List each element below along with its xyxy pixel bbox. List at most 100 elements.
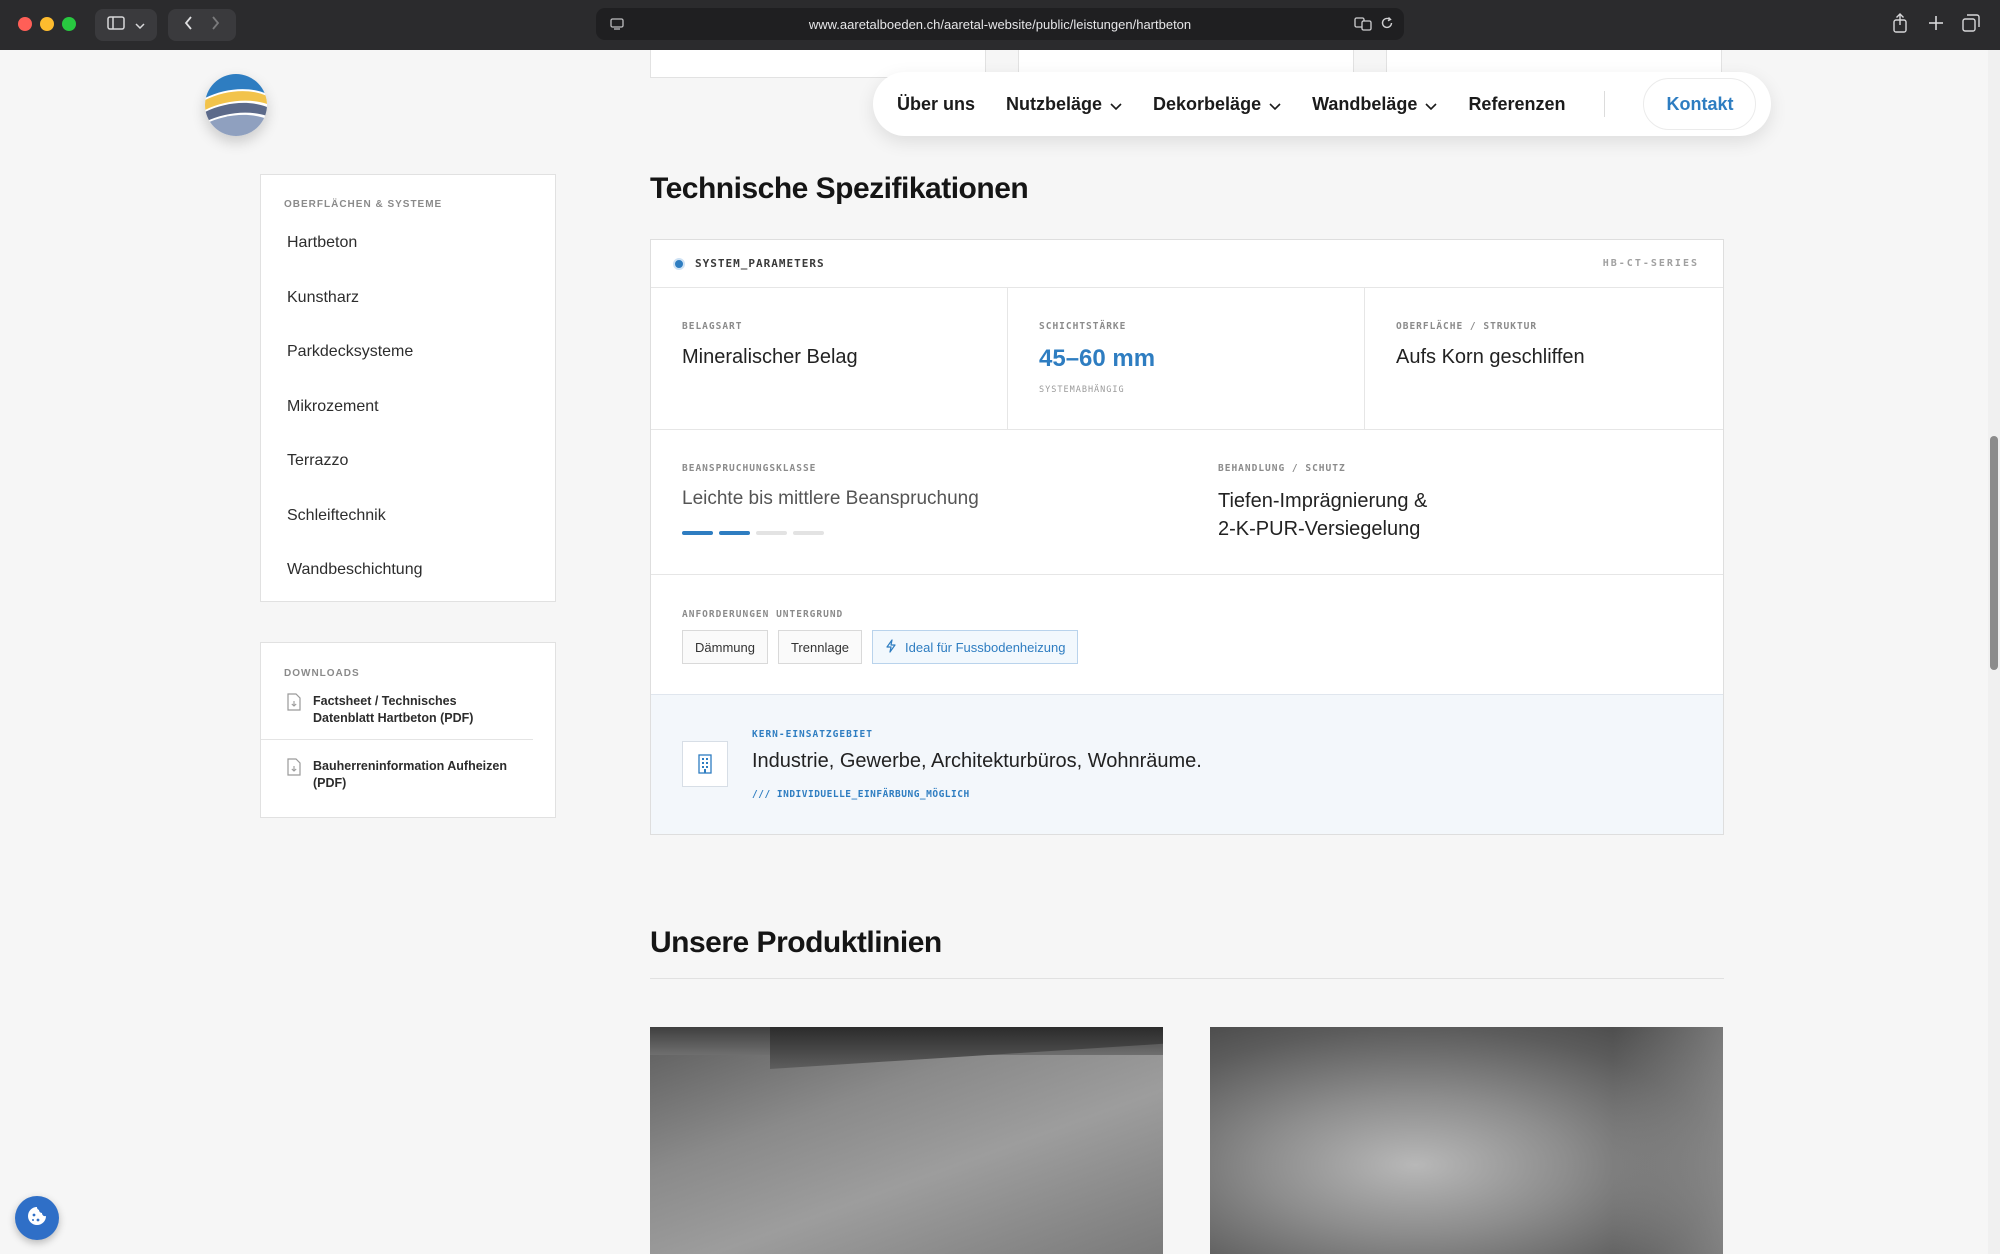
download-item[interactable]: Factsheet / Technisches Datenblatt Hartb… — [261, 693, 533, 740]
spec-cell-schichtstaerke: SCHICHTSTÄRKE 45–60 mm SYSTEMABHÄNGIG — [1008, 288, 1365, 430]
nav-divider — [1604, 91, 1606, 117]
level-segment — [719, 531, 750, 535]
close-window-button[interactable] — [18, 17, 32, 31]
reload-icon[interactable] — [1380, 16, 1394, 35]
spec-label: BEANSPRUCHUNGSKLASSE — [682, 463, 817, 474]
chevron-down-icon — [135, 16, 145, 34]
sidebar-item-mikrozement[interactable]: Mikrozement — [261, 380, 555, 435]
spec-note: SYSTEMABHÄNGIG — [1039, 385, 1125, 395]
history-nav — [168, 9, 236, 41]
sidebar-heading: OBERFLÄCHEN & SYSTEME — [284, 199, 443, 210]
product-image-highlight — [1613, 1027, 1723, 1254]
url-text: www.aaretalboeden.ch/aaretal-website/pub… — [808, 16, 1192, 32]
spec-value-line: Tiefen-Imprägnierung & — [1218, 490, 1428, 512]
spec-value: Mineralischer Belag — [682, 346, 858, 368]
nav-item-dekorbelaege[interactable]: Dekorbeläge — [1153, 94, 1281, 115]
spec-label: SCHICHTSTÄRKE — [1039, 321, 1127, 332]
sidebar-icon — [107, 15, 125, 35]
new-tab-icon[interactable] — [1928, 15, 1944, 36]
cookie-icon — [26, 1205, 48, 1232]
nav-label: Über uns — [897, 93, 976, 114]
spec-label: BELAGSART — [682, 321, 743, 332]
web-page: Über uns Nutzbeläge Dekorbeläge Wandbelä… — [0, 50, 1988, 1254]
level-segment — [682, 531, 713, 535]
nav-item-wandbelaege[interactable]: Wandbeläge — [1312, 93, 1438, 115]
kern-note: /// INDIVIDUELLE_EINFÄRBUNG_MÖGLICH — [752, 789, 970, 800]
company-logo[interactable] — [205, 74, 267, 136]
tag-label: Ideal für Fussbodenheizung — [905, 639, 1066, 655]
share-icon[interactable] — [1892, 13, 1908, 38]
section-divider — [650, 978, 1724, 979]
building-icon — [682, 741, 728, 787]
product-image-1[interactable] — [650, 1027, 1163, 1254]
spec-label: BEHANDLUNG / SCHUTZ — [1218, 463, 1346, 474]
spec-value: Leichte bis mittlere Beanspruchung — [682, 488, 979, 509]
address-bar[interactable]: www.aaretalboeden.ch/aaretal-website/pub… — [596, 8, 1404, 40]
spec-panel: SYSTEM_PARAMETERS HB-CT-SERIES BELAGSART… — [650, 239, 1724, 835]
nav-label: Dekorbeläge — [1153, 93, 1262, 114]
level-segment — [793, 531, 824, 535]
back-icon[interactable] — [184, 15, 193, 35]
sidebar-item-kunstharz[interactable]: Kunstharz — [261, 271, 555, 326]
sidebar-item-hartbeton[interactable]: Hartbeton — [261, 216, 555, 271]
spec-header-left: SYSTEM_PARAMETERS — [673, 257, 825, 270]
sidebar-toggle-button[interactable] — [95, 9, 157, 41]
series-code: HB-CT-SERIES — [1602, 258, 1699, 269]
pdf-file-icon — [287, 758, 301, 792]
page-settings-icon[interactable] — [610, 17, 624, 34]
translate-icon[interactable] — [1354, 16, 1372, 35]
tag-fussbodenheizung: Ideal für Fussbodenheizung — [872, 630, 1079, 664]
kern-value: Industrie, Gewerbe, Architekturbüros, Wo… — [752, 750, 1202, 772]
spec-value: Aufs Korn geschliffen — [1396, 346, 1585, 368]
load-level-indicator — [682, 531, 824, 535]
nav-item-referenzen[interactable]: Referenzen — [1468, 94, 1565, 115]
contact-button[interactable]: Kontakt — [1643, 78, 1757, 130]
minimize-window-button[interactable] — [40, 17, 54, 31]
nav-label: Referenzen — [1468, 93, 1566, 114]
tag-trennlage: Trennlage — [777, 630, 863, 664]
sidebar-item-wandbeschichtung[interactable]: Wandbeschichtung — [261, 543, 555, 598]
download-item[interactable]: Bauherreninformation Aufheizen (PDF) — [261, 758, 555, 792]
kern-label: KERN-EINSATZGEBIET — [752, 729, 873, 740]
nav-item-ueber-uns[interactable]: Über uns — [897, 94, 975, 115]
products-title: Unsere Produktlinien — [650, 926, 942, 959]
scrollbar-thumb[interactable] — [1990, 436, 1998, 670]
spec-value-behandlung: Tiefen-Imprägnierung & 2-K-PUR-Versiegel… — [1218, 487, 1427, 543]
download-label: Factsheet / Technisches Datenblatt Hartb… — [313, 694, 474, 725]
spec-cell-belagsart: BELAGSART Mineralischer Belag — [651, 288, 1008, 430]
cookie-settings-button[interactable] — [15, 1196, 59, 1240]
nav-label: Wandbeläge — [1312, 93, 1418, 114]
spec-label: ANFORDERUNGEN UNTERGRUND — [682, 609, 844, 620]
nav-item-nutzbelaege[interactable]: Nutzbeläge — [1006, 94, 1122, 115]
chevron-down-icon — [1269, 94, 1281, 115]
spec-value-line: 2-K-PUR-Versiegelung — [1218, 518, 1421, 540]
tab-overview-icon[interactable] — [1962, 14, 1980, 37]
browser-toolbar: www.aaretalboeden.ch/aaretal-website/pub… — [0, 0, 2000, 50]
chevron-down-icon — [1425, 94, 1438, 115]
sidebar-item-parkdecksysteme[interactable]: Parkdecksysteme — [261, 325, 555, 380]
product-image-2[interactable] — [1210, 1027, 1723, 1254]
maximize-window-button[interactable] — [62, 17, 76, 31]
spec-row-beanspruchung: BEANSPRUCHUNGSKLASSE Leichte bis mittler… — [651, 430, 1723, 575]
tag-daemmung: Dämmung — [682, 630, 768, 664]
main-navigation: Über uns Nutzbeläge Dekorbeläge Wandbelä… — [873, 72, 1771, 136]
nav-label: Nutzbeläge — [1006, 93, 1103, 114]
downloads-box: DOWNLOADS Factsheet / Technisches Datenb… — [260, 642, 556, 818]
spec-row-kern: KERN-EINSATZGEBIET Industrie, Gewerbe, A… — [651, 695, 1723, 834]
spec-row-untergrund: ANFORDERUNGEN UNTERGRUND Dämmung Trennla… — [651, 575, 1723, 695]
downloads-heading: DOWNLOADS — [284, 668, 360, 679]
sidebar-item-terrazzo[interactable]: Terrazzo — [261, 434, 555, 489]
sidebar-systems: OBERFLÄCHEN & SYSTEME Hartbeton Kunsthar… — [260, 174, 556, 602]
tag-list: Dämmung Trennlage Ideal für Fussbodenhei… — [682, 630, 1079, 664]
forward-icon[interactable] — [211, 15, 220, 35]
chevron-down-icon — [1110, 94, 1122, 115]
spec-cell-oberflaeche: OBERFLÄCHE / STRUKTUR Aufs Korn geschlif… — [1365, 288, 1723, 430]
spec-title: Technische Spezifikationen — [650, 172, 1029, 205]
spec-header: SYSTEM_PARAMETERS HB-CT-SERIES — [651, 240, 1723, 288]
spec-value-highlight: 45–60 mm — [1039, 345, 1156, 372]
download-label: Bauherreninformation Aufheizen (PDF) — [313, 759, 507, 790]
system-parameters-label: SYSTEM_PARAMETERS — [695, 257, 825, 270]
sidebar-item-schleiftechnik[interactable]: Schleiftechnik — [261, 489, 555, 544]
lightning-icon — [885, 638, 897, 656]
spec-label: OBERFLÄCHE / STRUKTUR — [1396, 321, 1538, 332]
